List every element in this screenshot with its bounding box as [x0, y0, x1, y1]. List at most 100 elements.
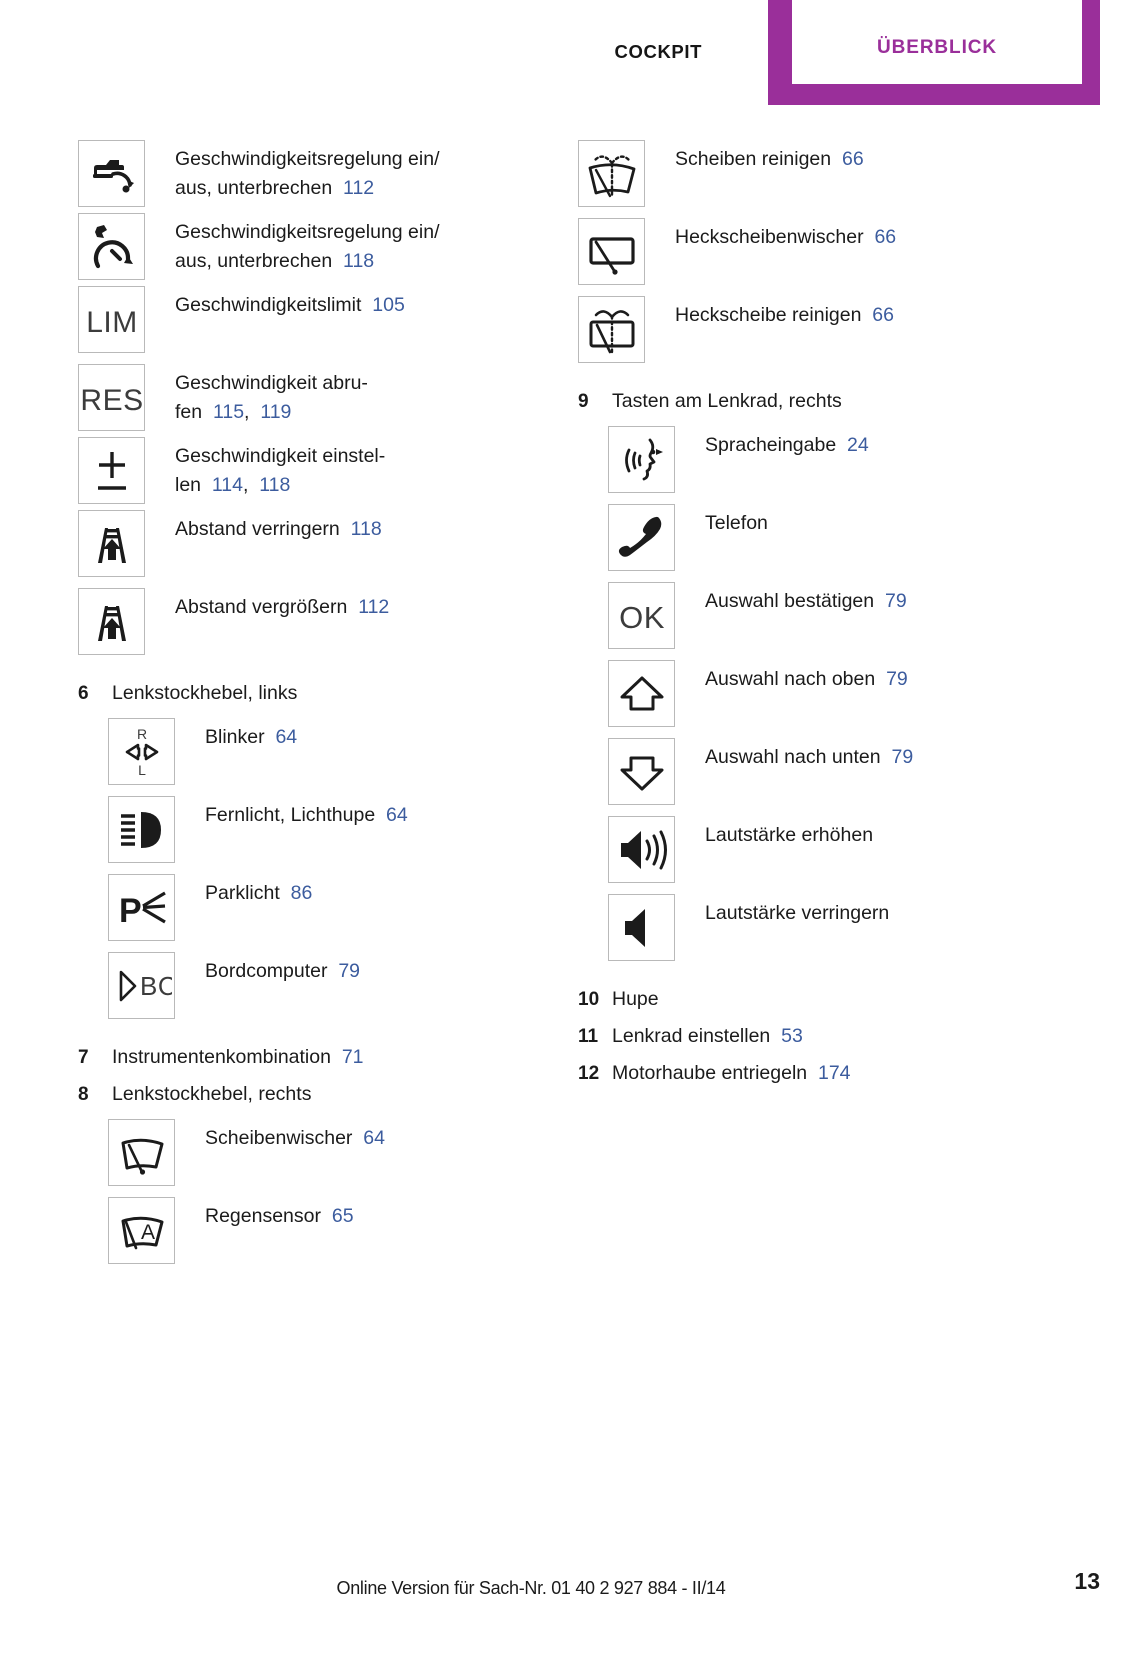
icon-entry[interactable]: BC Bordcomputer 79	[78, 952, 578, 1019]
numbered-entry-text: Instrumentenkombination 71	[112, 1039, 364, 1076]
entry-line: Scheiben reinigen 66	[675, 145, 1098, 174]
tab-cockpit[interactable]: COCKPIT	[615, 41, 702, 63]
page-reference[interactable]: 118	[351, 518, 382, 540]
page-reference[interactable]: 66	[872, 304, 894, 326]
numbered-entry[interactable]: 6 Lenkstockhebel, links	[78, 675, 578, 712]
icon-entry[interactable]: OK Auswahl bestätigen 79	[578, 582, 1098, 649]
icon-entry[interactable]: R L Blinker 64	[78, 718, 578, 785]
page-reference[interactable]: 112	[343, 177, 374, 199]
page-reference[interactable]: 79	[338, 960, 360, 982]
entry-label: Motorhaube entriegeln	[612, 1062, 808, 1084]
page-reference[interactable]: 114	[212, 474, 243, 496]
numbered-entry[interactable]: 12 Motorhaube entriegeln 174	[578, 1055, 1098, 1092]
icon-entry[interactable]: P Parklicht 86	[78, 874, 578, 941]
icon-entry[interactable]: Scheibenwischer 64	[78, 1119, 578, 1186]
numbered-entry[interactable]: 9 Tasten am Lenkrad, rechts	[578, 383, 1098, 420]
turn-signal-icon: R L	[108, 718, 175, 785]
entry-label: Fernlicht, Lichthupe	[205, 804, 376, 826]
entry-line: Geschwindigkeit abru-	[175, 369, 578, 398]
icon-entry-label: Spracheingabe 24	[675, 426, 1098, 460]
page-header: COCKPIT ÜBERBLICK	[0, 0, 1142, 105]
entry-label: Lenkrad einstellen	[612, 1025, 771, 1047]
icon-entry[interactable]: Lautstärke erhöhen	[578, 816, 1098, 883]
entry-line: Heckscheibenwischer 66	[675, 223, 1098, 252]
entry-label: Heckscheibe reinigen	[675, 304, 862, 326]
rear-wiper-icon	[578, 218, 645, 285]
icon-entry[interactable]: Telefon	[578, 504, 1098, 571]
page-reference[interactable]: 118	[343, 250, 374, 272]
page-reference[interactable]: 105	[372, 294, 405, 316]
icon-entry[interactable]: Abstand verringern 118	[78, 510, 578, 577]
arrow-up-icon	[608, 660, 675, 727]
icon-entry[interactable]: LIM Geschwindigkeitslimit 105	[78, 286, 578, 353]
icon-entry[interactable]: Auswahl nach unten 79	[578, 738, 1098, 805]
numbered-entry[interactable]: 7 Instrumentenkombination 71	[78, 1039, 578, 1076]
entry-number: 11	[578, 1026, 599, 1047]
arrow-down-icon	[608, 738, 675, 805]
numbered-entry[interactable]: 8 Lenkstockhebel, rechts	[78, 1076, 578, 1113]
page-reference[interactable]: 174	[818, 1062, 851, 1084]
icon-entry[interactable]: Geschwindigkeitsregelung ein/aus, unterb…	[78, 140, 578, 207]
entry-number: 9	[578, 391, 589, 412]
icon-entry-label: Heckscheibenwischer 66	[645, 218, 1098, 252]
entry-line: Blinker 64	[205, 723, 578, 752]
entry-line: Telefon	[705, 509, 1098, 538]
page-reference[interactable]: 71	[342, 1046, 364, 1068]
entry-label: Lautstärke verringern	[705, 902, 890, 924]
page-reference[interactable]: 115	[213, 401, 244, 423]
icon-entry[interactable]: Lautstärke verringern	[578, 894, 1098, 961]
icon-entry[interactable]: Scheiben reinigen 66	[578, 140, 1098, 207]
entry-label: Blinker	[205, 726, 265, 748]
numbered-entry[interactable]: 10 Hupe	[578, 981, 1098, 1018]
entry-line: Lautstärke erhöhen	[705, 821, 1098, 850]
entry-label: fen	[175, 401, 203, 423]
icon-entry[interactable]: Abstand vergrößern 112	[78, 588, 578, 655]
numbered-entry-text: Tasten am Lenkrad, rechts	[612, 383, 842, 420]
page-reference[interactable]: 64	[363, 1127, 385, 1149]
page-reference[interactable]: 86	[291, 882, 313, 904]
page-reference[interactable]: 24	[847, 434, 869, 456]
svg-text:L: L	[138, 762, 146, 778]
entry-line: Geschwindigkeitsregelung ein/	[175, 218, 578, 247]
page-reference[interactable]: 65	[332, 1205, 354, 1227]
entry-label: Heckscheibenwischer	[675, 226, 864, 248]
entry-line: Scheibenwischer 64	[205, 1124, 578, 1153]
page-reference[interactable]: 53	[781, 1025, 803, 1047]
icon-entry[interactable]: Geschwindigkeitsregelung ein/aus, unterb…	[78, 213, 578, 280]
icon-entry[interactable]: Auswahl nach oben 79	[578, 660, 1098, 727]
tab-uberblick[interactable]: ÜBERBLICK	[768, 0, 1100, 105]
page-reference[interactable]: 119	[260, 401, 291, 423]
icon-entry[interactable]: RES Geschwindigkeit abru-fen 115, 119	[78, 364, 578, 431]
entry-label: Geschwindigkeitsregelung ein/	[175, 221, 440, 243]
icon-entry[interactable]: Heckscheibe reinigen 66	[578, 296, 1098, 363]
page-reference[interactable]: 64	[275, 726, 297, 748]
entry-line: Abstand vergrößern 112	[175, 593, 578, 622]
rain-sensor-icon: A	[108, 1197, 175, 1264]
numbered-entry[interactable]: 11 Lenkrad einstellen 53	[578, 1018, 1098, 1055]
page-reference[interactable]: 112	[358, 596, 389, 618]
tab-uberblick-label: ÜBERBLICK	[877, 37, 997, 58]
entry-line: Abstand verringern 118	[175, 515, 578, 544]
page-reference[interactable]: 64	[386, 804, 408, 826]
icon-entry[interactable]: Geschwindigkeit einstel-len 114, 118	[78, 437, 578, 504]
icon-entry[interactable]: Spracheingabe 24	[578, 426, 1098, 493]
entry-label: aus, unterbrechen	[175, 250, 333, 272]
numbered-entry-text: Lenkstockhebel, links	[112, 675, 297, 712]
page-reference[interactable]: 118	[259, 474, 290, 496]
icon-entry[interactable]: Heckscheibenwischer 66	[578, 218, 1098, 285]
icon-entry[interactable]: Fernlicht, Lichthupe 64	[78, 796, 578, 863]
entry-line: Heckscheibe reinigen 66	[675, 301, 1098, 330]
icon-entry[interactable]: A Regensensor 65	[78, 1197, 578, 1264]
page-reference[interactable]: 66	[874, 226, 896, 248]
page-reference[interactable]: 79	[891, 746, 913, 768]
page-reference[interactable]: 66	[842, 148, 864, 170]
icon-entry-label: Geschwindigkeitsregelung ein/aus, unterb…	[145, 140, 578, 203]
page-reference[interactable]: 79	[885, 590, 907, 612]
icon-entry-label: Regensensor 65	[175, 1197, 578, 1231]
page-reference[interactable]: 79	[886, 668, 908, 690]
